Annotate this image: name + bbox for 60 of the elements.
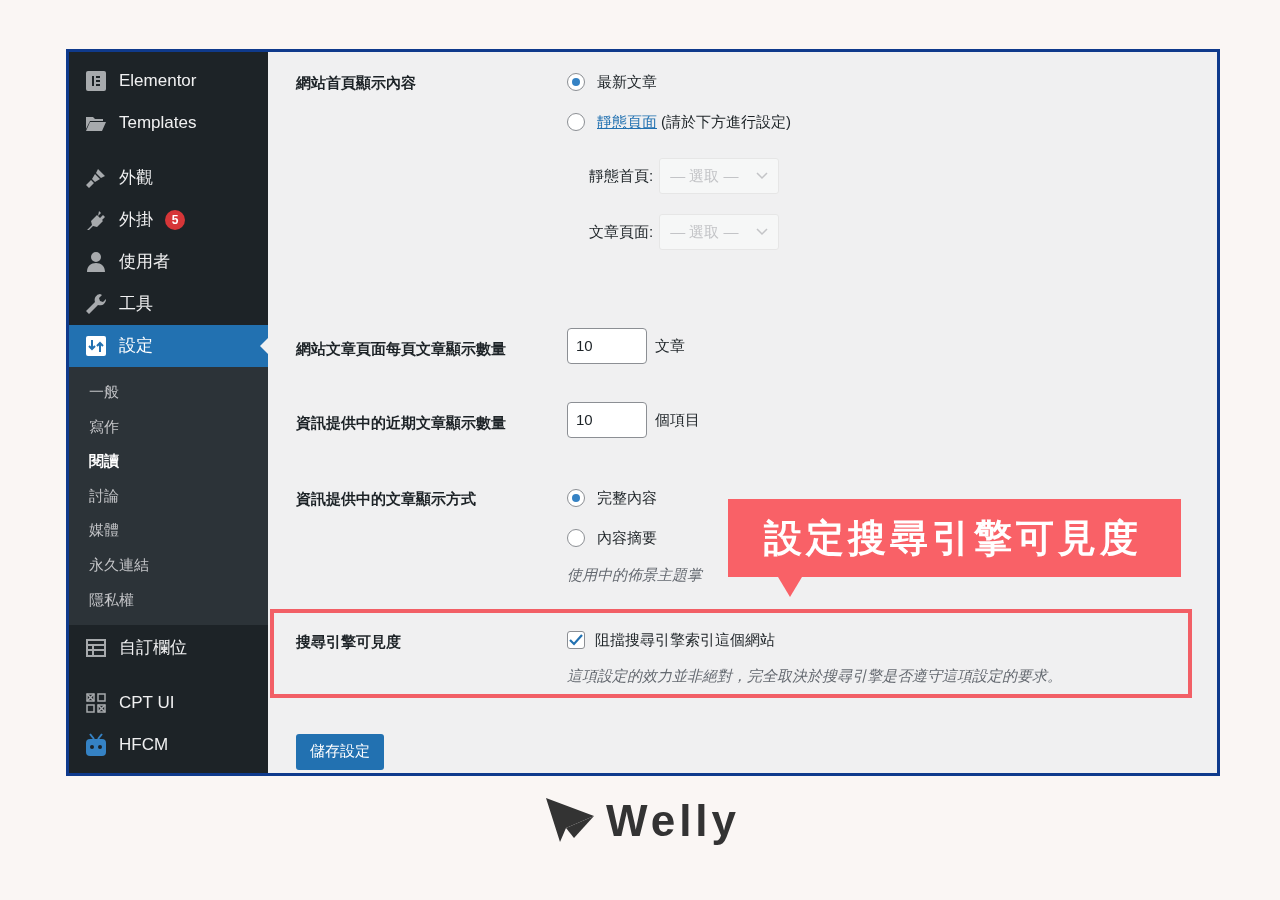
- logo: Welly: [605, 799, 741, 843]
- sidebar-item[interactable]: 使用者: [69, 241, 268, 283]
- submenu-item[interactable]: 永久連結: [69, 547, 268, 583]
- sidebar-item[interactable]: 外掛 5: [69, 199, 268, 241]
- brush-icon: [86, 168, 106, 188]
- radio-button[interactable]: [567, 489, 585, 507]
- save-button[interactable]: 儲存設定: [296, 733, 384, 770]
- count-badge: 5: [165, 210, 185, 230]
- sidebar-item[interactable]: Elementor: [69, 60, 268, 102]
- unit-label: 個項目: [655, 409, 700, 430]
- number-field[interactable]: 10: [567, 402, 647, 438]
- setting-label: 資訊提供中的近期文章顯示數量: [296, 413, 507, 433]
- checkbox-label: 阻擋搜尋引擎索引這個網站: [595, 629, 775, 650]
- paper-plane-icon: [545, 798, 596, 844]
- setting-label: 網站文章頁面每頁文章顯示數量: [296, 339, 507, 359]
- submenu-item[interactable]: 隱私權: [69, 582, 268, 618]
- setting-label: 資訊提供中的文章顯示方式: [296, 489, 477, 509]
- radio-button[interactable]: [567, 529, 585, 547]
- sidebar-item[interactable]: 設定: [69, 325, 268, 367]
- grid-icon: [86, 693, 106, 714]
- chevron-down-icon: [756, 172, 769, 180]
- sidebar-item[interactable]: 工具: [69, 283, 268, 325]
- wrench-icon: [86, 294, 106, 314]
- static-page-link[interactable]: 靜態頁面: [597, 110, 657, 134]
- sidebar-item[interactable]: 自訂欄位: [69, 627, 268, 670]
- checkbox[interactable]: [567, 630, 585, 649]
- description-text: 這項設定的效力並非絕對，完全取決於搜尋引擎是否遵守這項設定的要求。: [567, 666, 1062, 686]
- settings-icon: [86, 336, 106, 356]
- submenu-item[interactable]: 一般: [69, 375, 268, 410]
- checkmark-icon: [569, 633, 583, 646]
- radio-button[interactable]: [567, 73, 585, 91]
- select-label: 靜態首頁:: [589, 165, 654, 186]
- submenu-item[interactable]: 討論: [69, 478, 268, 514]
- sidebar-item[interactable]: 外觀: [69, 157, 268, 199]
- chevron-down-icon: [756, 228, 769, 236]
- option-label: 內容摘要: [597, 527, 657, 548]
- setting-label: 網站首頁顯示內容: [296, 73, 417, 93]
- folder-icon: [86, 115, 106, 131]
- form-icon: [86, 639, 106, 658]
- robot-icon: [85, 733, 107, 758]
- submenu-item[interactable]: 媒體: [69, 513, 268, 548]
- option-label: 最新文章: [597, 71, 657, 92]
- sidebar-item[interactable]: Templates: [69, 102, 268, 144]
- sidebar-item[interactable]: CPT UI: [69, 682, 268, 725]
- user-icon: [87, 252, 105, 272]
- radio-button[interactable]: [567, 113, 585, 131]
- submenu-item[interactable]: 閱讀: [69, 444, 268, 479]
- plug-icon: [86, 210, 106, 230]
- hint-text: 使用中的佈景主題掌: [567, 565, 702, 585]
- current-page-pointer: [260, 338, 268, 354]
- setting-label: 搜尋引擎可見度: [296, 631, 402, 652]
- sidebar-item[interactable]: HFCM: [69, 724, 268, 767]
- unit-label: 文章: [655, 335, 685, 356]
- submenu-item[interactable]: 寫作: [69, 409, 268, 445]
- option-note: (請於下方進行設定): [661, 111, 791, 132]
- select-label: 文章頁面:: [589, 221, 654, 242]
- number-field[interactable]: 10: [567, 328, 647, 364]
- option-label: 完整內容: [597, 487, 657, 508]
- elementor-icon: [86, 71, 106, 91]
- callout-text: 設定搜尋引擎可見度: [764, 515, 1142, 561]
